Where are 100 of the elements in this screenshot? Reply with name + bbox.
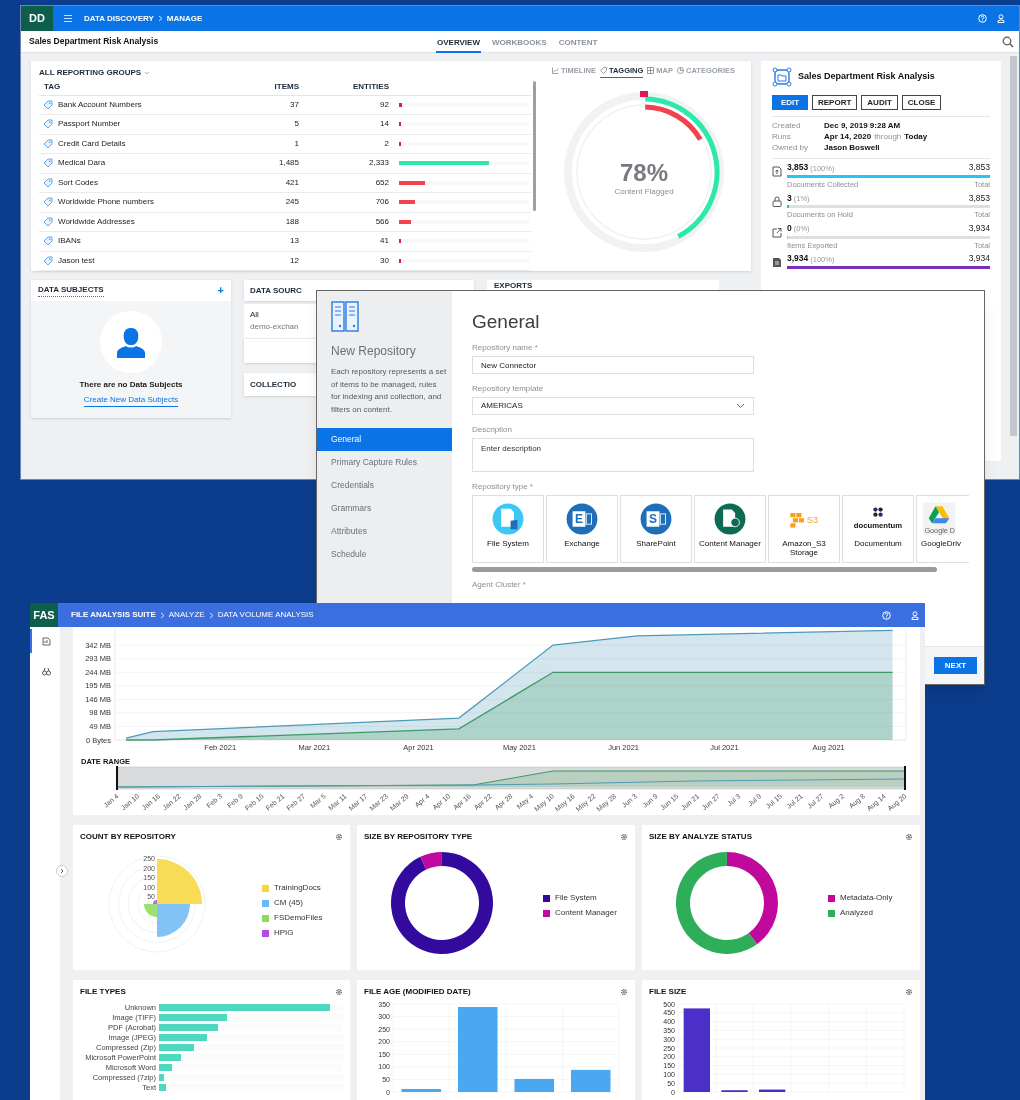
- table-cell-text: 30: [379, 254, 389, 267]
- card-title: SIZE BY ANALYZE STATUS: [649, 831, 752, 843]
- help-icon[interactable]: [882, 610, 891, 620]
- nav-item[interactable]: Credentials: [317, 474, 452, 497]
- repository-type-option[interactable]: File System: [472, 495, 544, 563]
- description-field[interactable]: Enter description: [472, 438, 754, 472]
- nav-item[interactable]: Primary Capture Rules: [317, 451, 452, 474]
- table-cell-text: Jason test: [58, 254, 96, 267]
- tag-icon: [43, 216, 53, 227]
- legend-label: Analyzed: [840, 907, 873, 919]
- detail-value: Today: [904, 131, 928, 143]
- next-button[interactable]: NEXT: [934, 657, 977, 674]
- legend-label: FSDemoFiles: [274, 912, 323, 924]
- action-button[interactable]: REPORT: [812, 95, 858, 110]
- column-header: ITEMS: [273, 80, 299, 93]
- stat-total: 3,934: [968, 221, 990, 235]
- export-icon: [772, 226, 782, 238]
- reporting-group-dropdown[interactable]: ALL REPORTING GROUPS: [39, 67, 151, 79]
- binoculars-icon: [41, 666, 51, 676]
- help-icon[interactable]: [978, 14, 987, 23]
- tag-icon: [43, 99, 53, 110]
- user-icon[interactable]: [997, 14, 1005, 23]
- settings-icon[interactable]: [335, 833, 343, 841]
- chevron-icon: [60, 868, 64, 874]
- settings-icon[interactable]: [620, 833, 628, 841]
- table-cell-text: 13: [289, 235, 299, 248]
- stat-count: 3,934: [787, 252, 809, 265]
- stat-count: 0: [787, 221, 792, 235]
- tag-icon: [43, 177, 53, 188]
- settings-icon[interactable]: [905, 988, 913, 996]
- settings-icon[interactable]: [620, 988, 628, 996]
- stat-total: 3,934: [968, 252, 990, 265]
- breadcrumb-link[interactable]: FILE ANALYSIS SUITE: [71, 609, 156, 621]
- repository-type-option[interactable]: E Exchange: [546, 495, 618, 563]
- field-label: Repository template: [472, 384, 545, 393]
- nav-item[interactable]: Schedule: [317, 543, 452, 566]
- percent-value: 78%: [619, 159, 668, 186]
- nav-item[interactable]: Attributes: [317, 520, 452, 543]
- settings-icon[interactable]: [905, 833, 913, 841]
- stat-total: 3,853: [968, 161, 990, 174]
- date-range-navigator[interactable]: [116, 766, 906, 790]
- table-cell-text: 566: [374, 215, 389, 228]
- tab[interactable]: OVERVIEW: [436, 30, 481, 53]
- field-label: Repository name *: [472, 343, 539, 352]
- trend-icon: [551, 67, 559, 74]
- create-link[interactable]: Create New Data Subjects: [83, 394, 179, 407]
- settings-icon[interactable]: [335, 988, 343, 996]
- table-cell-text: Medical Dara: [58, 157, 107, 170]
- breadcrumb-link[interactable]: ANALYZE: [168, 609, 205, 621]
- table-cell-text: 12: [289, 254, 299, 267]
- tag-icon: [43, 158, 53, 169]
- repository-type-option[interactable]: documentum Documentum: [842, 495, 914, 563]
- table-cell-text: 14: [379, 118, 389, 131]
- pie-icon: [677, 67, 685, 74]
- field-label: Repository type *: [472, 482, 534, 491]
- card-title: COLLECTIO: [250, 378, 297, 391]
- report-icon: [41, 636, 51, 646]
- breadcrumb-link[interactable]: DATA DISCOVERY: [84, 12, 154, 25]
- legend-label: TrainingDocs: [274, 882, 321, 894]
- table-cell-text: 92: [379, 98, 389, 111]
- breadcrumb-link[interactable]: MANAGE: [166, 12, 203, 25]
- legend-label: CM (45): [274, 897, 303, 909]
- table-cell-text: 41: [379, 235, 389, 248]
- action-button[interactable]: AUDIT: [861, 95, 898, 110]
- card-title: DATA SUBJECTS: [38, 284, 104, 297]
- tab[interactable]: WORKBOOKS: [491, 30, 548, 53]
- detail-value: Dec 9, 2019 9:28 AM: [824, 120, 901, 132]
- folder-document-icon: [490, 501, 526, 537]
- action-button[interactable]: CLOSE: [901, 95, 942, 110]
- user-icon[interactable]: [911, 610, 919, 620]
- donut-caption: Content Flagged: [613, 187, 674, 196]
- card-title: FILE AGE (MODIFIED DATE): [364, 986, 471, 998]
- search-icon[interactable]: [1002, 35, 1014, 48]
- nav-item[interactable]: General: [317, 428, 452, 451]
- tab[interactable]: CONTENT: [557, 30, 599, 53]
- table-cell-text: 706: [374, 196, 389, 209]
- chevron-icon: [159, 611, 165, 619]
- add-button[interactable]: +: [217, 285, 224, 296]
- repository-type-option[interactable]: S3 Amazon_S3 Storage: [768, 495, 840, 563]
- table-cell-text: 37: [289, 98, 299, 111]
- menu-icon[interactable]: [64, 15, 72, 22]
- field-label: Agent Cluster *: [472, 580, 527, 589]
- repository-type-option[interactable]: Content Manager: [694, 495, 766, 563]
- detail-text: through: [874, 131, 902, 143]
- breadcrumb-link[interactable]: DATA VOLUME ANALYSIS: [217, 609, 314, 621]
- document-icon: [772, 256, 782, 268]
- action-button[interactable]: EDIT: [772, 95, 808, 110]
- repository-type-option[interactable]: S SharePoint: [620, 495, 692, 563]
- template-dropdown[interactable]: AMERICAS: [472, 397, 754, 415]
- dialog-title: New Repository: [331, 344, 417, 358]
- legend-label: HPIG: [274, 927, 294, 939]
- server-icon: [331, 301, 359, 332]
- nav-item[interactable]: Grammars: [317, 497, 452, 520]
- document-upload-icon: [772, 166, 782, 177]
- text-field[interactable]: New Connector: [472, 356, 754, 374]
- detail-label: Created: [772, 120, 802, 132]
- table-cell-text: 245: [284, 196, 299, 209]
- card-title: EXPORTS: [494, 281, 534, 290]
- table-cell-text: Passport Number: [58, 118, 122, 131]
- card-title: FILE TYPES: [80, 986, 126, 998]
